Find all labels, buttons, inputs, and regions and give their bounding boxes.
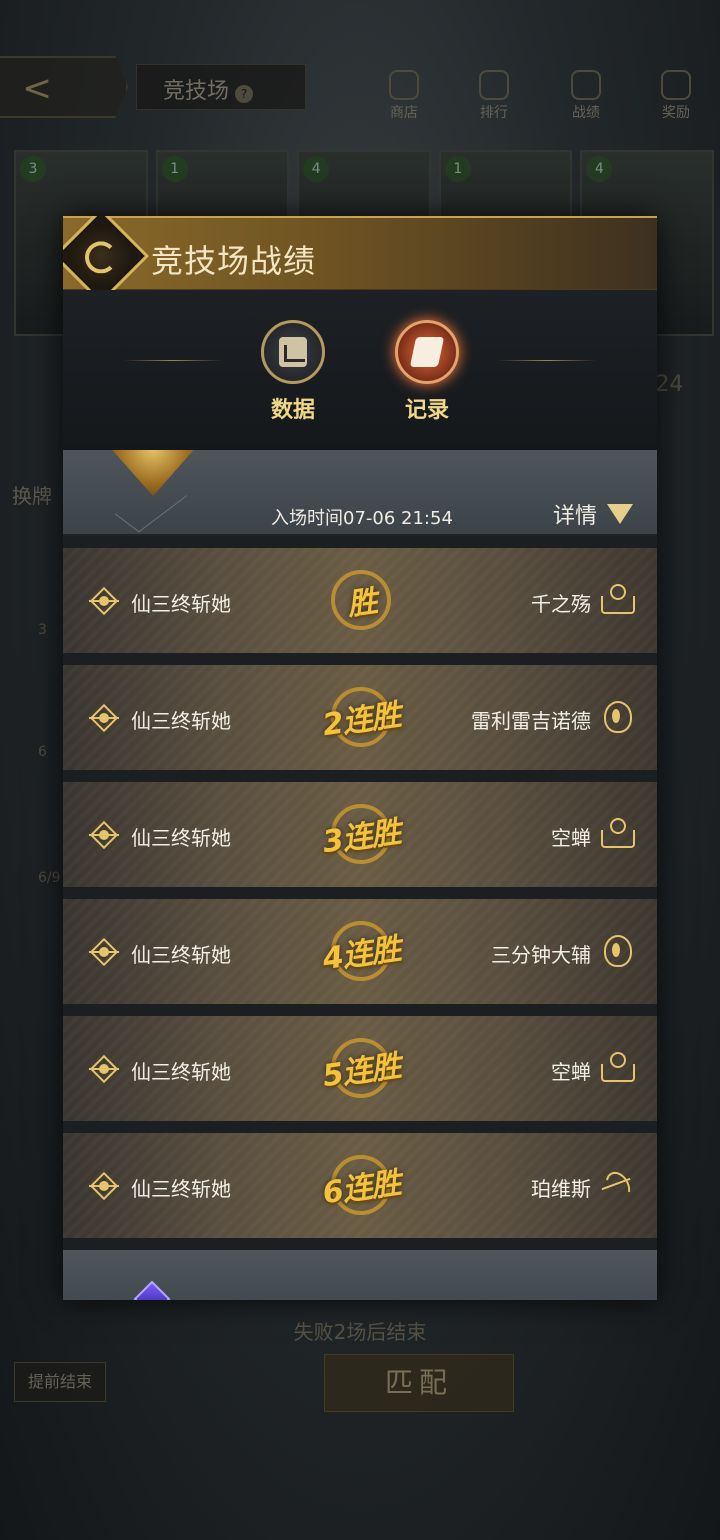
tab-records[interactable]: 记录 xyxy=(387,320,467,424)
nav-shop[interactable]: 商店 xyxy=(372,70,436,122)
opponent-name: 空蝉 xyxy=(551,1060,591,1084)
trophy-icon xyxy=(479,70,509,100)
win-streak-badge: 5连胜 xyxy=(309,1036,413,1100)
opponent-name: 千之殇 xyxy=(531,592,591,616)
nav-label: 战绩 xyxy=(572,105,600,121)
modal-header: 竞技场战绩 xyxy=(63,216,657,305)
nav-rewards[interactable]: 奖励 xyxy=(644,70,708,122)
player-name: 仙三终斩她 xyxy=(131,592,231,616)
flame-icon xyxy=(599,933,633,967)
back-button[interactable]: < xyxy=(0,56,128,118)
chart-icon xyxy=(261,320,325,384)
match-row[interactable]: 仙三终斩她 6连胜 珀维斯 xyxy=(63,1133,657,1238)
win-label: 4连胜 xyxy=(320,931,403,978)
end-condition-text: 失败2场后结束 xyxy=(293,1320,427,1344)
swap-card-label: 换牌 xyxy=(12,484,52,508)
player-class-icon xyxy=(89,586,119,616)
record-icon xyxy=(571,70,601,100)
player-class-icon xyxy=(89,1054,119,1084)
win-streak-badge: 2连胜 xyxy=(309,685,413,749)
reward-icon xyxy=(661,70,691,100)
arena-title-bar: 竞技场? xyxy=(136,64,306,110)
win-label: 3连胜 xyxy=(320,814,403,861)
win-label: 5连胜 xyxy=(320,1048,403,1095)
side-value: 3 xyxy=(38,622,47,638)
side-value: 6 xyxy=(38,744,47,760)
match-row[interactable]: 仙三终斩她 4连胜 三分钟大辅 xyxy=(63,899,657,1004)
nav-records[interactable]: 战绩 xyxy=(554,70,618,122)
nav-label: 排行 xyxy=(480,105,508,121)
tab-data[interactable]: 数据 xyxy=(253,320,333,424)
win-streak-badge: 4连胜 xyxy=(309,919,413,983)
tab-label: 记录 xyxy=(404,398,449,423)
divider xyxy=(497,360,597,361)
player-class-icon xyxy=(89,937,119,967)
nav-ranking[interactable]: 排行 xyxy=(462,70,526,122)
player-name: 仙三终斩她 xyxy=(131,709,231,733)
player-class-icon xyxy=(89,820,119,850)
divider xyxy=(114,477,188,533)
nav-label: 商店 xyxy=(390,105,418,121)
flame-icon xyxy=(599,699,633,733)
chevron-down-icon xyxy=(607,504,633,524)
card-cost: 4 xyxy=(586,156,613,182)
side-value: 6/9 xyxy=(38,870,61,886)
card-cost: 3 xyxy=(20,156,46,182)
end-early-button[interactable]: 提前结束 xyxy=(14,1362,106,1402)
match-row[interactable]: 仙三终斩她 5连胜 空蝉 xyxy=(63,1016,657,1121)
player-class-icon xyxy=(89,1171,119,1201)
entry-time: 入场时间07-06 21:54 xyxy=(271,508,453,529)
arena-record-modal: 竞技场战绩 数据 记录 入场时间07-06 21:54 详情 仙三终斩她 胜 千… xyxy=(63,216,657,1300)
details-label: 详情 xyxy=(552,504,597,529)
player-name: 仙三终斩她 xyxy=(131,943,231,967)
arena-title: 竞技场 xyxy=(163,79,230,104)
record-list[interactable]: 入场时间07-06 21:54 详情 仙三终斩她 胜 千之殇 仙三终斩她 2连胜… xyxy=(63,450,657,1300)
tab-bar: 数据 记录 xyxy=(63,290,657,450)
help-icon[interactable]: ? xyxy=(235,85,254,103)
player-name: 仙三终斩她 xyxy=(131,826,231,850)
divider xyxy=(123,360,223,361)
card-cost: 1 xyxy=(161,156,188,182)
win-streak-badge: 6连胜 xyxy=(309,1153,413,1217)
opponent-name: 空蝉 xyxy=(551,826,591,850)
book-icon xyxy=(599,816,635,850)
shop-icon xyxy=(389,70,419,100)
match-button[interactable]: 匹配 xyxy=(324,1354,514,1412)
player-name: 仙三终斩她 xyxy=(131,1177,231,1201)
win-label: 6连胜 xyxy=(320,1165,403,1212)
book-icon xyxy=(599,582,635,616)
win-badge: 胜 xyxy=(309,568,413,632)
opponent-name: 珀维斯 xyxy=(531,1177,591,1201)
details-button[interactable]: 详情 xyxy=(553,498,633,530)
bow-icon xyxy=(599,1167,633,1201)
opponent-name: 雷利雷吉诺德 xyxy=(471,709,591,733)
quill-icon xyxy=(395,320,459,384)
win-label: 2连胜 xyxy=(320,697,403,744)
card-cost: 4 xyxy=(303,156,330,182)
match-row[interactable]: 仙三终斩她 2连胜 雷利雷吉诺德 xyxy=(63,665,657,770)
tab-label: 数据 xyxy=(270,398,315,423)
opponent-name: 三分钟大辅 xyxy=(491,943,591,967)
rank-gem-icon xyxy=(133,1280,171,1300)
book-icon xyxy=(599,1050,635,1084)
win-label: 胜 xyxy=(344,584,379,623)
back-arrow-icon: < xyxy=(22,68,53,109)
player-class-icon xyxy=(89,703,119,733)
session-header: 入场时间07-06 21:54 详情 xyxy=(63,450,657,536)
modal-title: 竞技场战绩 xyxy=(151,242,317,280)
match-row[interactable]: 仙三终斩她 3连胜 空蝉 xyxy=(63,782,657,887)
win-streak-badge: 3连胜 xyxy=(309,802,413,866)
match-row[interactable]: 仙三终斩她 胜 千之殇 xyxy=(63,548,657,653)
nav-label: 奖励 xyxy=(662,105,690,121)
player-name: 仙三终斩她 xyxy=(131,1060,231,1084)
card-cost: 1 xyxy=(444,156,471,182)
next-session-header xyxy=(63,1250,657,1300)
